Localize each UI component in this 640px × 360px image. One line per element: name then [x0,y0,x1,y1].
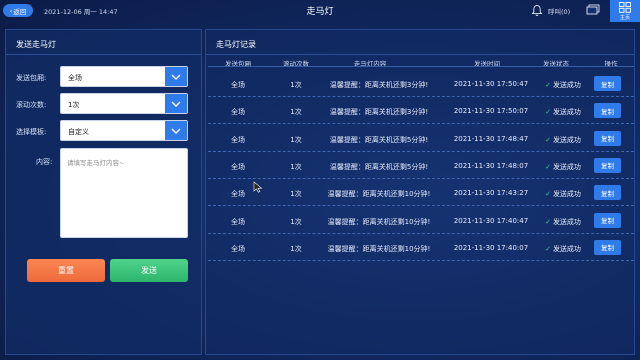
status-text: 发送成功 [552,217,581,226]
template-label: 选择模板: [16,128,47,136]
cell-status: ✓ 发送成功 [538,107,588,117]
content-placeholder: 请填写走马灯内容~ [67,159,125,167]
copy-button[interactable]: 复制 [594,76,621,91]
cell-count: 1次 [290,162,302,171]
cell-package: 全场 [231,108,245,117]
copy-button[interactable]: 复制 [594,103,621,119]
cell-package: 全场 [231,135,245,144]
check-icon: ✓ [545,81,551,89]
mouse-cursor-icon [253,181,263,193]
check-icon: ✓ [545,108,551,117]
table-row: 全场 1次 温馨提醒：距离关机还剩5分钟! 2021-11-30 17:48:07 ✓ 发… [208,152,634,179]
table-row: 全场 1次 温馨提醒：距离关机还剩3分钟! 2021-11-30 17:50:07 ✓ 发… [208,97,634,125]
table-row: 全场 1次 温馨提醒：距离关机还剩10分钟! 2021-11-30 17:40:07 ✓… [208,234,634,261]
cell-count: 1次 [290,108,302,117]
table-row: 全场 1次 温馨提醒：距离关机还剩10分钟! 2021-11-30 17:40:47 ✓… [208,207,634,234]
page-title: 走马灯 [306,7,334,17]
cell-time: 2021-11-30 17:40:07 [453,243,529,252]
check-icon: ✓ [545,162,551,171]
cell-content: 温馨提醒：距离关机还剩3分钟! [329,108,429,117]
copy-button[interactable]: 复制 [594,185,621,201]
table-row: 全场 1次 温馨提醒：距离关机还剩5分钟! 2021-11-30 17:48:47 ✓ 发… [208,125,634,152]
cell-status: ✓ 发送成功 [538,217,588,227]
top-bar: ‹ 返回 2021-12-06 周一 14:47 走马灯 呼叫(0) 主页 [0,0,640,22]
table-row: 全场 1次 温馨提醒：距离关机还剩10分钟! 2021-11-30 17:43:27 ✓… [208,179,634,207]
home-grid-icon [619,1,631,13]
cell-package: 全场 [231,162,245,171]
cell-package: 全场 [231,217,245,226]
package-select[interactable]: 全场 [60,66,188,87]
status-text: 发送成功 [552,162,581,171]
template-select[interactable]: 自定义 [60,120,188,141]
home-button[interactable]: 主页 [610,0,640,22]
copy-button[interactable]: 复制 [594,130,621,146]
cell-content: 温馨提醒：距离关机还剩5分钟! [329,162,429,171]
package-label: 发送包厢: [16,74,47,82]
cell-count: 1次 [290,135,302,144]
screen-icon[interactable] [586,4,600,16]
header-divider [208,66,634,67]
cell-package: 全场 [231,244,245,253]
cell-count: 1次 [290,244,302,253]
cell-status: ✓ 发送成功 [538,80,588,90]
cell-package: 全场 [231,81,245,89]
status-text: 发送成功 [552,81,581,89]
cell-time: 2021-11-30 17:40:47 [453,216,529,225]
status-text: 发送成功 [552,190,581,199]
copy-button[interactable]: 复制 [594,212,621,228]
cell-count: 1次 [290,81,302,89]
cell-content: 温馨提醒：距离关机还剩3分钟! [329,81,429,89]
check-icon: ✓ [545,190,551,199]
cell-status: ✓ 发送成功 [538,244,588,254]
record-panel-title: 走马灯记录 [216,40,256,49]
cell-content: 温馨提醒：距离关机还剩10分钟! [327,244,431,253]
scroll-count-label: 滚动次数: [16,101,47,109]
cell-package: 全场 [231,190,245,199]
send-button[interactable]: 发送 [110,259,188,282]
status-text: 发送成功 [552,244,581,253]
chevron-down-icon[interactable] [165,94,187,113]
cell-count: 1次 [290,190,302,199]
cell-time: 2021-11-30 17:43:27 [453,189,529,198]
cell-status: ✓ 发送成功 [538,189,588,199]
check-icon: ✓ [545,244,551,253]
cell-count: 1次 [290,217,302,226]
check-icon: ✓ [545,217,551,226]
package-select-value: 全场 [68,74,82,82]
copy-button[interactable]: 复制 [594,157,621,173]
chevron-down-icon[interactable] [165,67,187,86]
bell-icon[interactable] [531,4,543,17]
status-text: 发送成功 [552,108,581,117]
cell-content: 温馨提醒：距离关机还剩10分钟! [327,217,431,226]
cell-time: 2021-11-30 17:50:07 [453,107,529,116]
template-value: 自定义 [68,128,89,136]
copy-button[interactable]: 复制 [594,239,621,255]
call-label[interactable]: 呼叫(0) [548,6,570,16]
cell-status: ✓ 发送成功 [538,135,588,145]
cell-time: 2021-11-30 17:48:47 [453,134,529,143]
reset-button[interactable]: 重置 [27,259,105,282]
content-textarea[interactable]: 请填写走马灯内容~ [60,148,188,238]
home-label: 主页 [619,14,630,21]
chevron-down-icon[interactable] [165,121,187,140]
scroll-count-value: 1次 [68,101,80,109]
cell-content: 温馨提醒：距离关机还剩5分钟! [329,135,429,144]
cell-status: ✓ 发送成功 [538,162,588,172]
divider [6,54,201,55]
divider [206,54,634,55]
cell-time: 2021-11-30 17:48:07 [453,161,529,170]
content-label: 内容: [36,158,53,166]
status-text: 发送成功 [552,135,581,144]
send-panel-title: 发送走马灯 [16,40,56,49]
cell-content: 温馨提醒：距离关机还剩10分钟! [327,190,431,199]
scroll-count-select[interactable]: 1次 [60,93,188,114]
check-icon: ✓ [545,135,551,144]
cell-time: 2021-11-30 17:50:47 [453,80,529,88]
table-row: 全场 1次 温馨提醒：距离关机还剩3分钟! 2021-11-30 17:50:47 ✓ 发… [208,70,634,97]
